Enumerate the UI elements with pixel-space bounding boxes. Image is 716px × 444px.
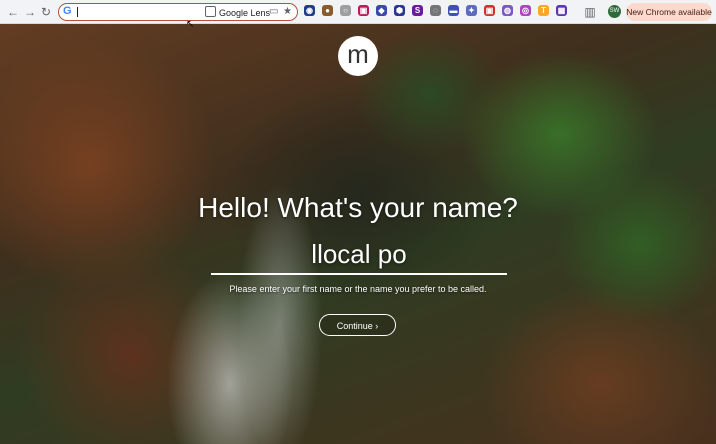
extension-7-icon[interactable]: S: [412, 5, 423, 16]
extension-10-icon[interactable]: ✦: [466, 5, 477, 16]
side-panel-icon[interactable]: ▥: [582, 4, 598, 20]
back-icon[interactable]: ←: [5, 4, 21, 20]
bookmark-star-icon[interactable]: ★: [283, 6, 292, 17]
scenic-background: [0, 24, 716, 444]
extension-8-icon[interactable]: ◌: [430, 5, 441, 16]
background-overlay: [0, 24, 716, 444]
extension-5-icon[interactable]: ◆: [376, 5, 387, 16]
extension-9-icon[interactable]: ▬: [448, 5, 459, 16]
extension-3-icon[interactable]: ○: [340, 5, 351, 16]
google-icon: G: [63, 5, 72, 17]
mouse-pointer-icon: ↖: [186, 19, 195, 30]
extension-12-icon[interactable]: ◍: [502, 5, 513, 16]
name-hint: Please enter your first name or the name…: [229, 284, 487, 294]
address-bar[interactable]: G Google Lens ▭ ★: [58, 3, 298, 21]
browser-toolbar: ← → ↻ G Google Lens ▭ ★ ◉ ● ○ ▣ ◆ ⬢ S ◌ ▬ ✦ ▣ ◍ ◎ T ▦ …: [0, 0, 716, 24]
profile-avatar[interactable]: SW: [608, 5, 621, 18]
extension-6-icon[interactable]: ⬢: [394, 5, 405, 16]
lens-icon: [205, 6, 216, 17]
extension-14-icon[interactable]: T: [538, 5, 549, 16]
cast-icon[interactable]: ▭: [269, 6, 278, 17]
welcome-heading: Hello! What's your name?: [198, 192, 518, 223]
extension-4-icon[interactable]: ▣: [358, 5, 369, 16]
forward-icon[interactable]: →: [22, 4, 38, 20]
new-chrome-available-button[interactable]: New Chrome available: [626, 3, 712, 21]
extension-11-icon[interactable]: ▣: [484, 5, 495, 16]
extension-15-icon[interactable]: ▦: [556, 5, 567, 16]
extension-1-icon[interactable]: ◉: [304, 5, 315, 16]
continue-button[interactable]: Continue ›: [319, 314, 396, 336]
extension-13-icon[interactable]: ◎: [520, 5, 531, 16]
app-logo: m: [338, 36, 378, 76]
text-cursor: [77, 7, 78, 17]
reload-icon[interactable]: ↻: [38, 4, 54, 20]
google-lens-label: Google Lens: [219, 8, 271, 18]
google-lens-button[interactable]: Google Lens: [205, 6, 270, 18]
extension-2-icon[interactable]: ●: [322, 5, 333, 16]
name-input[interactable]: [211, 235, 507, 275]
